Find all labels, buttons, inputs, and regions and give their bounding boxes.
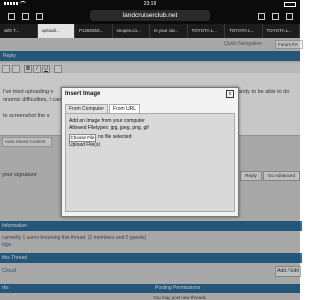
- add-image-text: Add an Image from your computer: [69, 118, 145, 124]
- tab-from-url[interactable]: From URL: [109, 104, 141, 113]
- forward-icon[interactable]: [22, 13, 29, 20]
- tab-from-computer[interactable]: From Computer: [65, 104, 109, 113]
- dialog-body: Add an Image from your computer Allowed …: [65, 113, 235, 212]
- no-file-selected-text: no file selected: [98, 134, 132, 140]
- close-icon[interactable]: x: [226, 90, 234, 98]
- bookmarks-icon[interactable]: [36, 13, 43, 20]
- allowed-filetypes-text: Allowed Filetypes: jpg, jpeg, png, gif: [69, 125, 149, 131]
- new-tab-icon[interactable]: [272, 13, 279, 20]
- browser-tab-active[interactable]: uploadi...: [37, 24, 75, 38]
- status-bar: 23:19: [0, 0, 300, 7]
- tabs-icon[interactable]: [286, 13, 293, 20]
- browser-tabs: with T... uploadi... P1260353... snopes.…: [0, 24, 300, 38]
- choose-file-button[interactable]: Choose File: [69, 134, 96, 142]
- dialog-tabs: From Computer From URL: [65, 104, 141, 113]
- browser-tab[interactable]: Is your car...: [150, 24, 188, 38]
- share-icon[interactable]: [258, 13, 265, 20]
- browser-tab[interactable]: snopes.co...: [113, 24, 150, 38]
- browser-toolbar: landcruiserclub.net: [0, 7, 300, 24]
- browser-tab[interactable]: TOYOTA L...: [225, 24, 263, 38]
- browser-tab[interactable]: TOYOTA L...: [188, 24, 225, 38]
- upload-files-link[interactable]: Upload File(s): [69, 142, 100, 148]
- url-field[interactable]: landcruiserclub.net: [90, 10, 210, 21]
- browser-tab[interactable]: with T...: [0, 24, 38, 38]
- browser-tab[interactable]: TOYOTA L...: [263, 24, 300, 38]
- browser-tab[interactable]: P1260353...: [75, 24, 113, 38]
- dialog-title: Insert Image: [65, 91, 101, 97]
- insert-image-dialog: Insert Image x From Computer From URL Ad…: [61, 87, 239, 217]
- back-icon[interactable]: [8, 13, 15, 20]
